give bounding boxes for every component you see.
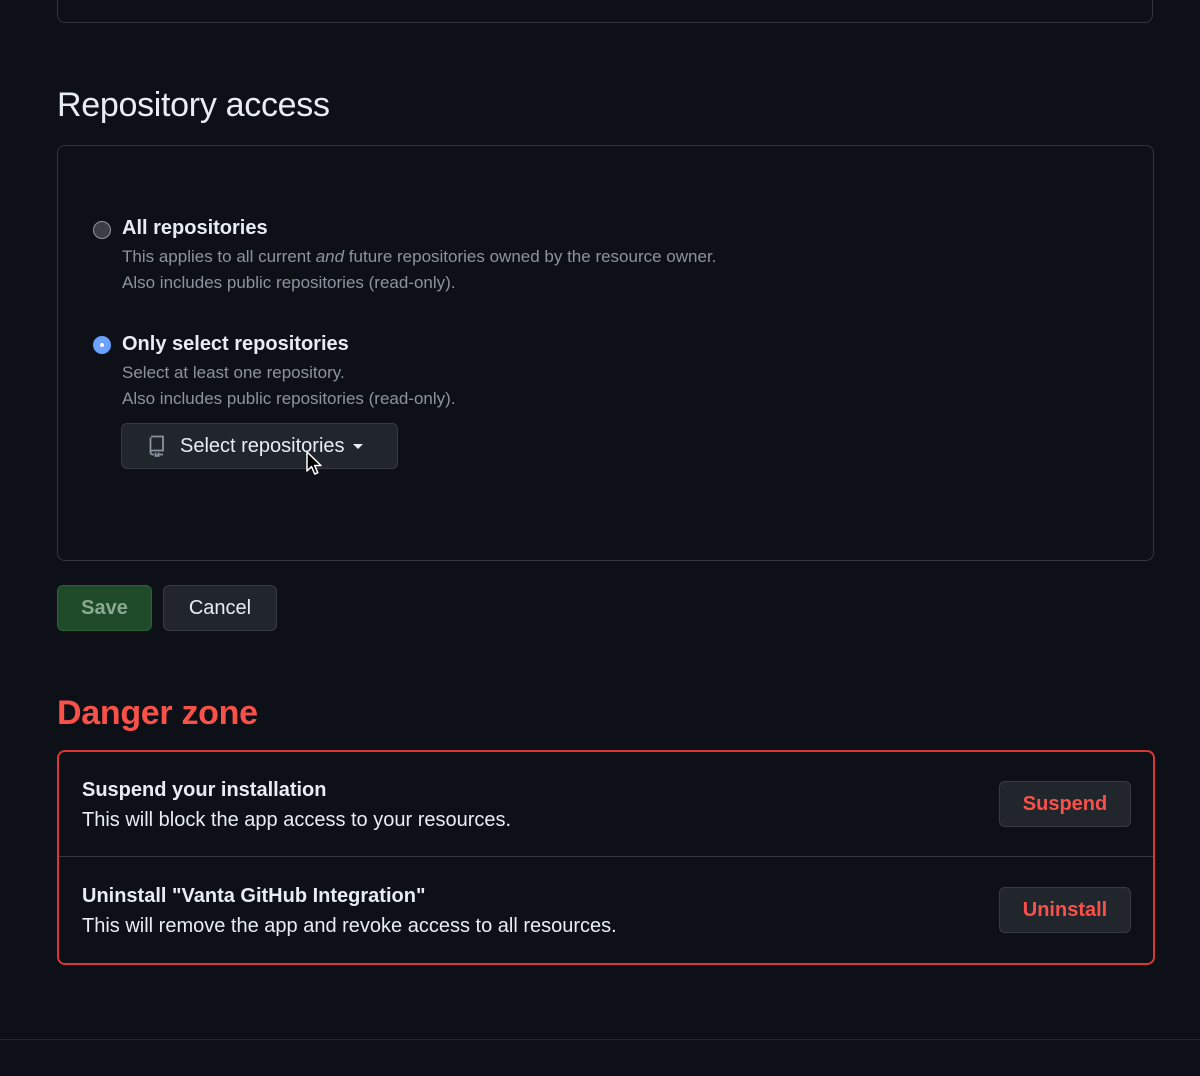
repository-access-title: Repository access (57, 86, 330, 124)
all-repositories-radio[interactable] (93, 221, 111, 239)
all-repositories-label[interactable]: All repositories (122, 217, 268, 240)
only-select-desc-line2: Also includes public repositories (read-… (122, 389, 456, 408)
repo-icon (149, 435, 164, 457)
suspend-button[interactable]: Suspend (999, 781, 1131, 827)
all-repositories-desc-part2: future repositories owned by the resourc… (344, 247, 717, 266)
footer-divider (0, 1039, 1200, 1040)
mouse-pointer-icon (306, 451, 322, 475)
danger-zone-box: Suspend your installation This will bloc… (57, 750, 1155, 965)
only-select-repositories-radio[interactable] (93, 336, 111, 354)
suspend-title: Suspend your installation (82, 779, 327, 801)
cancel-button[interactable]: Cancel (163, 585, 277, 631)
all-repositories-desc-line2: Also includes public repositories (read-… (122, 273, 456, 292)
all-repositories-description: This applies to all current and future r… (122, 244, 716, 296)
all-repositories-desc-emphasis: and (315, 247, 345, 266)
only-select-repositories-description: Select at least one repository. Also inc… (122, 360, 456, 412)
page: Repository access All repositories This … (0, 0, 1200, 1076)
uninstall-title: Uninstall "Vanta GitHub Integration" (82, 885, 426, 907)
previous-section-box (57, 0, 1153, 23)
uninstall-button[interactable]: Uninstall (999, 887, 1131, 933)
only-select-desc-line1: Select at least one repository. (122, 363, 345, 382)
suspend-description: This will block the app access to your r… (82, 809, 512, 831)
only-select-repositories-label[interactable]: Only select repositories (122, 333, 349, 356)
select-repositories-button[interactable]: Select repositories (121, 423, 398, 469)
save-button[interactable]: Save (57, 585, 152, 631)
danger-zone-title: Danger zone (57, 694, 258, 732)
danger-zone-divider (59, 856, 1153, 857)
caret-down-icon (352, 443, 363, 449)
all-repositories-desc-part1: This applies to all current (122, 247, 316, 266)
uninstall-description: This will remove the app and revoke acce… (82, 915, 617, 937)
